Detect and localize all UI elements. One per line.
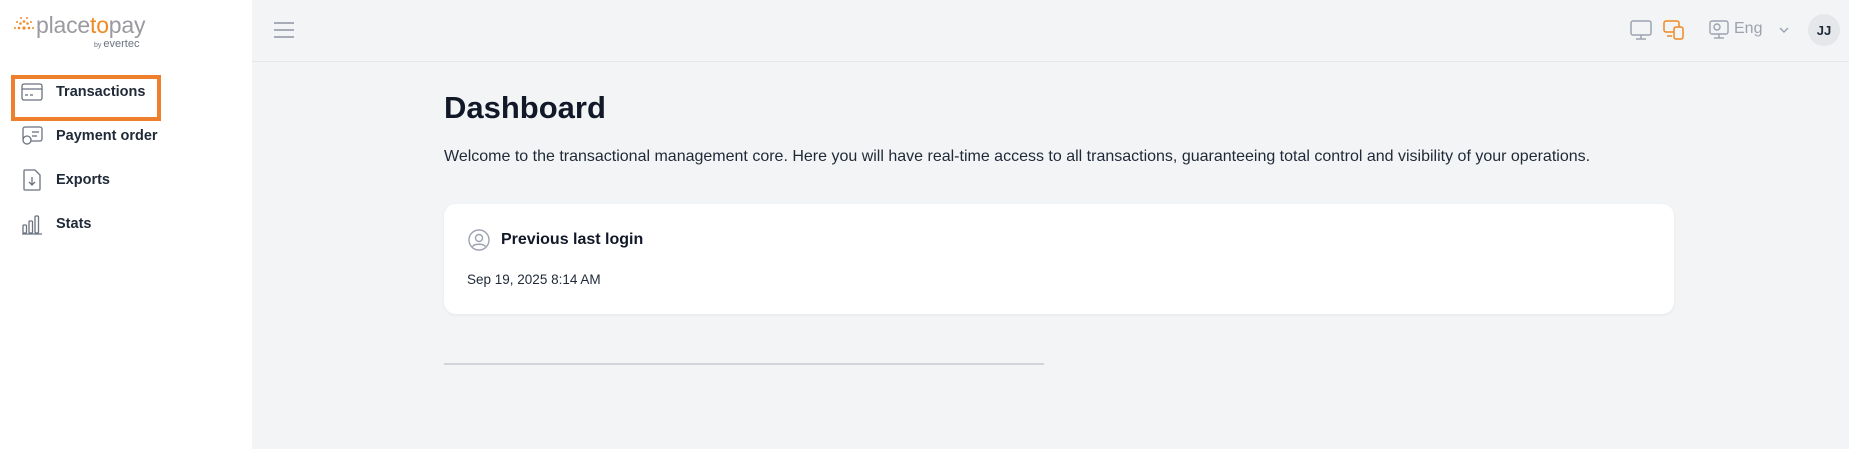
sidebar-item-payment-order[interactable]: Payment order	[12, 114, 248, 158]
brand-name-accent: to	[90, 12, 109, 38]
card-header: Previous last login	[467, 228, 643, 252]
sidebar-item-transactions[interactable]: Transactions	[11, 70, 248, 121]
brand-name-part2: pay	[108, 12, 146, 38]
bar-chart-icon	[20, 212, 44, 236]
desktop-view-icon[interactable]	[1629, 18, 1653, 42]
divider	[444, 363, 1044, 365]
topbar: Eng JJ	[252, 0, 1849, 62]
user-circle-icon	[468, 229, 490, 251]
sidebar-item-exports[interactable]: Exports	[12, 158, 248, 202]
last-login-card: Previous last login Sep 19, 2025 8:14 AM	[444, 204, 1674, 314]
last-login-value: Sep 19, 2025 8:14 AM	[467, 272, 601, 287]
payment-order-icon	[20, 124, 44, 148]
language-selector[interactable]: Eng	[1734, 20, 1762, 38]
language-monitor-icon[interactable]	[1708, 18, 1730, 42]
brand-name: placetopay	[36, 12, 145, 39]
brand-name-part1: place	[36, 12, 90, 38]
brand-sub-name: evertec	[103, 38, 140, 50]
sidebar-item-label: Exports	[56, 172, 110, 188]
card-title: Previous last login	[501, 231, 644, 248]
responsive-view-icon[interactable]	[1662, 18, 1686, 42]
sidebar-item-label: Transactions	[56, 84, 146, 100]
page-title: Dashboard	[444, 90, 606, 125]
chevron-down-icon[interactable]	[1778, 24, 1790, 36]
sidebar-item-stats[interactable]: Stats	[12, 202, 248, 246]
export-file-icon	[20, 168, 44, 192]
brand-logo[interactable]: placetopay by evertec	[12, 12, 172, 52]
sidebar-item-label: Payment order	[56, 128, 158, 144]
card-icon	[20, 80, 44, 104]
sidebar: placetopay by evertec Transactions Payme…	[0, 0, 252, 449]
sidebar-nav: Transactions Payment order Exports Stats	[11, 70, 248, 246]
sun-logo-icon	[14, 17, 34, 30]
brand-sub-by: by	[94, 42, 102, 49]
brand-sub: by evertec	[94, 38, 139, 50]
sidebar-item-label: Stats	[56, 216, 92, 232]
hamburger-icon[interactable]	[272, 20, 296, 40]
page-description: Welcome to the transactional management …	[444, 148, 1591, 165]
avatar[interactable]: JJ	[1808, 14, 1840, 46]
